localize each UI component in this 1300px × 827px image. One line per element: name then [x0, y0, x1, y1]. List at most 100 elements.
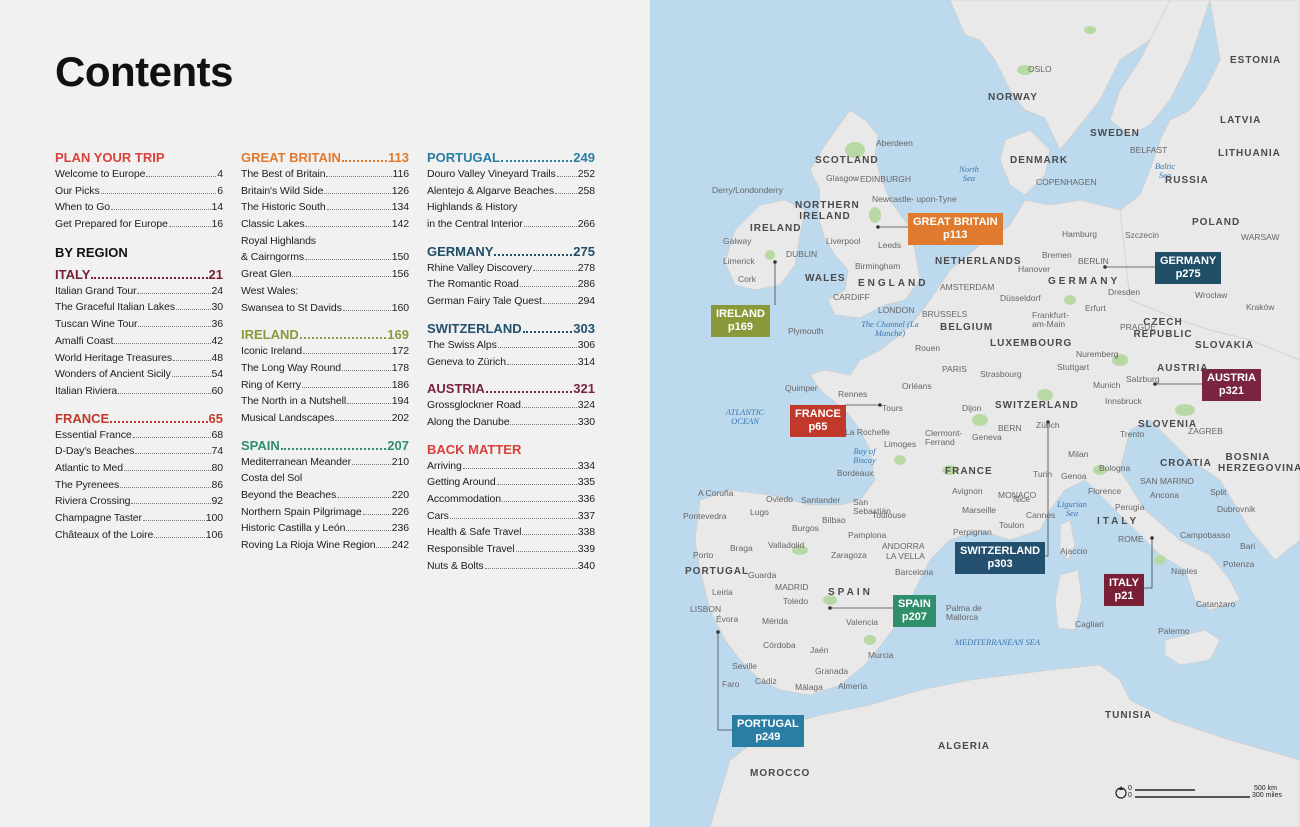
toc-entry[interactable]: Ring of Kerry 186	[241, 379, 409, 396]
callout-great-britain[interactable]: GREAT BRITAIN p113	[908, 213, 1003, 245]
toc-entry[interactable]: Swansea to St Davids 160	[241, 302, 409, 319]
toc-entry[interactable]: World Heritage Treasures 48	[55, 352, 223, 369]
callout-page: p169	[727, 321, 753, 333]
toc-entry-title: Responsible Travel	[427, 543, 515, 555]
toc-entry[interactable]: & Cairngorms 150	[241, 251, 409, 268]
section-heading-france[interactable]: FRANCE 65	[55, 411, 223, 429]
toc-entry[interactable]: The North in a Nutshell 194	[241, 395, 409, 412]
callout-austria[interactable]: AUSTRIA p321	[1202, 369, 1261, 401]
section-heading-austria[interactable]: AUSTRIA 321	[427, 381, 595, 399]
toc-entry[interactable]: The Swiss Alps 306	[427, 339, 595, 356]
toc-entry[interactable]: Essential France 68	[55, 429, 223, 446]
toc-entry[interactable]: Arriving 334	[427, 460, 595, 477]
section-heading-great-britain[interactable]: GREAT BRITAIN 113	[241, 150, 409, 168]
dot-leader	[342, 309, 391, 311]
section-heading-back[interactable]: BACK MATTER	[427, 442, 595, 460]
section-title: GREAT BRITAIN	[241, 150, 341, 165]
toc-entry[interactable]: Costa del Sol	[241, 472, 409, 489]
toc-entry[interactable]: Britain's Wild Side 126	[241, 185, 409, 202]
toc-entry[interactable]: Tuscan Wine Tour 36	[55, 318, 223, 335]
toc-entry[interactable]: Amalfi Coast 42	[55, 335, 223, 352]
toc-entry[interactable]: Italian Riviera 60	[55, 385, 223, 402]
toc-entry-title: Beyond the Beaches	[241, 489, 337, 501]
toc-entry-page: 48	[211, 351, 224, 364]
toc-entry[interactable]: West Wales:	[241, 285, 409, 302]
toc-entry-title: Ring of Kerry	[241, 378, 301, 391]
toc-entry[interactable]: Our Picks 6	[55, 185, 223, 202]
section-title: FRANCE	[55, 410, 110, 426]
section-heading-italy[interactable]: ITALY 21	[55, 267, 223, 285]
callout-germany[interactable]: GERMANY p275	[1155, 252, 1222, 284]
toc-entry[interactable]: Douro Valley Vineyard Trails 252	[427, 168, 595, 185]
section-heading-portugal[interactable]: PORTUGAL 249	[427, 150, 595, 168]
toc-entry[interactable]: Grossglockner Road 324	[427, 399, 595, 416]
section-heading-ireland[interactable]: IRELAND 169	[241, 327, 409, 345]
toc-entry[interactable]: The Graceful Italian Lakes 30	[55, 301, 223, 318]
toc-entry[interactable]: Cars 337	[427, 510, 595, 527]
toc-entry[interactable]: Historic Castilla y León 236	[241, 522, 409, 539]
toc-entry[interactable]: German Fairy Tale Quest 294	[427, 295, 595, 312]
toc-entry[interactable]: Geneva to Zürich 314	[427, 356, 595, 373]
toc-entry[interactable]: Roving La Rioja Wine Region 242	[241, 539, 409, 556]
toc-entry[interactable]: Atlantic to Med 80	[55, 462, 223, 479]
toc-entry[interactable]: When to Go 14	[55, 201, 223, 218]
callout-france[interactable]: FRANCE p65	[790, 405, 846, 437]
toc-entry[interactable]: Champagne Taster 100	[55, 512, 223, 529]
callout-label: PORTUGAL	[737, 718, 799, 730]
toc-entry[interactable]: Responsible Travel 339	[427, 543, 595, 560]
toc-entry[interactable]: Châteaux of the Loire 106	[55, 529, 223, 546]
toc-entry[interactable]: Getting Around 335	[427, 476, 595, 493]
dot-leader	[326, 209, 391, 211]
toc-entry[interactable]: Beyond the Beaches 220	[241, 489, 409, 506]
toc-entry[interactable]: Italian Grand Tour 24	[55, 285, 223, 302]
section-page: 65	[208, 410, 223, 426]
toc-entry[interactable]: Northern Spain Pilgrimage 226	[241, 506, 409, 523]
toc-entry[interactable]: Welcome to Europe 4	[55, 168, 223, 185]
toc-entry[interactable]: Classic Lakes 142	[241, 218, 409, 235]
toc-entry[interactable]: Royal Highlands	[241, 235, 409, 252]
toc-entry[interactable]: The Pyrenees 86	[55, 479, 223, 496]
toc-entry[interactable]: Get Prepared for Europe 16	[55, 218, 223, 235]
callout-spain[interactable]: SPAIN p207	[893, 595, 936, 627]
city-label: Szczecin	[1125, 230, 1160, 240]
city-label: Bordeaux	[837, 468, 874, 478]
toc-entry[interactable]: Musical Landscapes 202	[241, 412, 409, 429]
toc-entry[interactable]: D-Day's Beaches 74	[55, 445, 223, 462]
toc-entry[interactable]: Rhine Valley Discovery 278	[427, 262, 595, 279]
toc-entry[interactable]: The Long Way Round 178	[241, 362, 409, 379]
toc-entry-page: 340	[577, 559, 595, 572]
toc-entry-title: Essential France	[55, 428, 132, 441]
section-heading-switzerland[interactable]: SWITZERLAND 303	[427, 321, 595, 339]
toc-entry[interactable]: Great Glen 156	[241, 268, 409, 285]
toc-entry[interactable]: Alentejo & Algarve Beaches 258	[427, 185, 595, 202]
toc-entry[interactable]: Mediterranean Meander 210	[241, 456, 409, 473]
country-label: ESTONIA	[1230, 55, 1282, 66]
callout-portugal[interactable]: PORTUGAL p249	[732, 715, 804, 747]
toc-entry[interactable]: in the Central Interior 266	[427, 218, 595, 235]
dot-leader	[341, 160, 388, 162]
toc-entry[interactable]: Along the Danube 330	[427, 416, 595, 433]
section-heading-germany[interactable]: GERMANY 275	[427, 244, 595, 262]
section-title: PLAN YOUR TRIP	[55, 150, 165, 165]
callout-switzerland[interactable]: SWITZERLAND p303	[955, 542, 1046, 574]
toc-entry[interactable]: Wonders of Ancient Sicily 54	[55, 368, 223, 385]
callout-label: GERMANY	[1160, 255, 1217, 267]
toc-entry-title: Nuts & Bolts	[427, 559, 484, 572]
callout-ireland[interactable]: IRELAND p169	[711, 305, 770, 337]
toc-entry[interactable]: Iconic Ireland 172	[241, 345, 409, 362]
section-page: 169	[387, 327, 409, 343]
section-heading-plan[interactable]: PLAN YOUR TRIP	[55, 150, 223, 168]
city-label: Pamplona	[848, 530, 887, 540]
toc-entry[interactable]: Health & Safe Travel 338	[427, 526, 595, 543]
toc-entry[interactable]: Accommodation 336	[427, 493, 595, 510]
toc-entry[interactable]: Riviera Crossing 92	[55, 495, 223, 512]
callout-italy[interactable]: ITALY p21	[1104, 574, 1144, 606]
city-label: Bologna	[1099, 463, 1131, 473]
section-heading-spain[interactable]: SPAIN 207	[241, 438, 409, 456]
toc-entry[interactable]: The Historic South 134	[241, 201, 409, 218]
toc-entry[interactable]: Highlands & History	[427, 201, 595, 218]
toc-entry-title: Amalfi Coast	[55, 334, 114, 347]
toc-entry[interactable]: The Best of Britain 116	[241, 168, 409, 185]
toc-entry[interactable]: The Romantic Road 286	[427, 278, 595, 295]
toc-entry[interactable]: Nuts & Bolts 340	[427, 560, 595, 577]
